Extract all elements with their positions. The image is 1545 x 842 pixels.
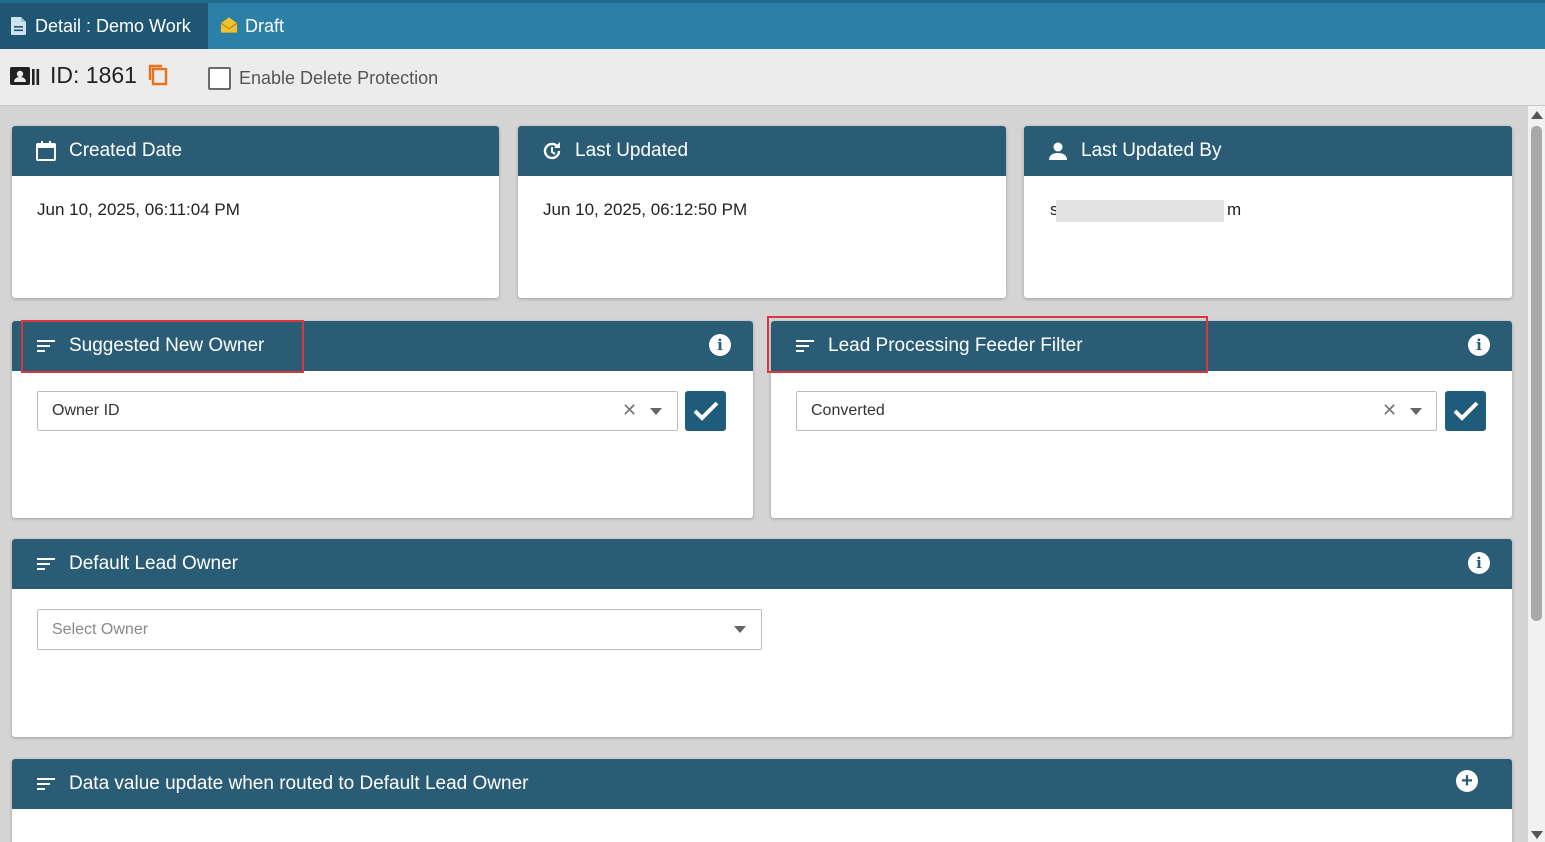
last-updated-by-header: Last Updated By bbox=[1024, 126, 1512, 176]
suggested-owner-card: Suggested New Owner i Owner ID ✕ bbox=[12, 321, 753, 518]
chevron-down-icon[interactable] bbox=[650, 408, 662, 415]
default-lead-owner-header: Default Lead Owner i bbox=[12, 539, 1512, 589]
last-updated-by-card: Last Updated By s m bbox=[1024, 126, 1512, 298]
tab-bar: Detail : Demo Work Draft bbox=[0, 0, 1545, 49]
suggested-owner-selected: Owner ID bbox=[52, 402, 120, 419]
confirm-feeder-filter-button[interactable] bbox=[1445, 391, 1486, 431]
created-date-card: Created Date Jun 10, 2025, 06:11:04 PM bbox=[12, 126, 499, 298]
created-date-title: Created Date bbox=[69, 140, 183, 161]
suggested-owner-select[interactable]: Owner ID ✕ bbox=[37, 391, 678, 431]
id-card-icon bbox=[10, 66, 40, 91]
last-updated-by-title: Last Updated By bbox=[1081, 140, 1222, 161]
check-icon bbox=[693, 401, 718, 421]
info-icon[interactable]: i bbox=[709, 334, 731, 356]
created-date-header: Created Date bbox=[12, 126, 499, 176]
calendar-icon bbox=[35, 140, 57, 162]
feeder-filter-title: Lead Processing Feeder Filter bbox=[828, 335, 1083, 356]
info-icon[interactable]: i bbox=[1468, 334, 1490, 356]
tab-detail-label: Detail : Demo Work bbox=[35, 15, 191, 36]
info-icon[interactable]: i bbox=[1468, 552, 1490, 574]
clear-x-icon[interactable]: ✕ bbox=[622, 400, 637, 421]
confirm-suggested-owner-button[interactable] bbox=[685, 391, 726, 431]
suggested-owner-title: Suggested New Owner bbox=[69, 335, 265, 356]
updated-by-last-char: m bbox=[1227, 200, 1242, 219]
tab-draft[interactable]: Draft bbox=[208, 3, 284, 49]
record-info-bar: ID: 1861 Enable Delete Protection bbox=[0, 49, 1545, 106]
content-area: Created Date Jun 10, 2025, 06:11:04 PM L… bbox=[0, 106, 1528, 842]
feeder-filter-card: Lead Processing Feeder Filter i Converte… bbox=[771, 321, 1512, 518]
document-icon bbox=[10, 16, 28, 36]
delete-protection-label: Enable Delete Protection bbox=[239, 68, 439, 88]
tab-detail[interactable]: Detail : Demo Work bbox=[0, 3, 208, 49]
chevron-down-icon[interactable] bbox=[734, 626, 746, 633]
scroll-thumb[interactable] bbox=[1531, 126, 1542, 621]
vertical-scrollbar[interactable] bbox=[1528, 106, 1545, 842]
suggested-owner-header: Suggested New Owner i bbox=[12, 321, 753, 371]
sort-lines-icon bbox=[35, 553, 57, 575]
default-lead-owner-title: Default Lead Owner bbox=[69, 553, 238, 574]
sort-lines-icon bbox=[794, 335, 816, 357]
data-value-update-title: Data value update when routed to Default… bbox=[69, 773, 529, 794]
check-icon bbox=[1453, 401, 1478, 421]
sort-lines-icon bbox=[35, 773, 57, 795]
plus-circle-icon[interactable]: + bbox=[1456, 770, 1478, 792]
copy-icon[interactable] bbox=[147, 63, 169, 92]
record-id: ID: 1861 bbox=[50, 62, 137, 88]
created-date-value: Jun 10, 2025, 06:11:04 PM bbox=[37, 200, 240, 219]
scroll-up-icon[interactable] bbox=[1531, 111, 1543, 119]
default-lead-owner-card: Default Lead Owner i Select Owner bbox=[12, 539, 1512, 737]
clear-x-icon[interactable]: ✕ bbox=[1382, 400, 1397, 421]
sort-lines-icon bbox=[35, 335, 57, 357]
default-owner-select[interactable]: Select Owner bbox=[37, 609, 762, 650]
feeder-filter-select[interactable]: Converted ✕ bbox=[796, 391, 1437, 431]
feeder-filter-selected: Converted bbox=[811, 402, 885, 419]
last-updated-header: Last Updated bbox=[518, 126, 1006, 176]
last-updated-card: Last Updated Jun 10, 2025, 06:12:50 PM bbox=[518, 126, 1006, 298]
last-updated-value: Jun 10, 2025, 06:12:50 PM bbox=[543, 200, 748, 219]
data-value-update-card: Data value update when routed to Default… bbox=[12, 759, 1512, 842]
refresh-clock-icon bbox=[541, 140, 563, 162]
tab-draft-label: Draft bbox=[245, 15, 285, 36]
user-icon bbox=[1047, 140, 1069, 162]
redacted-value bbox=[1056, 200, 1224, 222]
delete-protection-checkbox[interactable] bbox=[208, 67, 231, 90]
scroll-down-icon[interactable] bbox=[1531, 831, 1543, 839]
default-owner-placeholder: Select Owner bbox=[52, 620, 149, 638]
last-updated-title: Last Updated bbox=[575, 140, 689, 161]
feeder-filter-header: Lead Processing Feeder Filter i bbox=[771, 321, 1512, 371]
envelope-icon bbox=[220, 16, 238, 36]
data-value-update-header: Data value update when routed to Default… bbox=[12, 759, 1512, 809]
chevron-down-icon[interactable] bbox=[1410, 408, 1422, 415]
